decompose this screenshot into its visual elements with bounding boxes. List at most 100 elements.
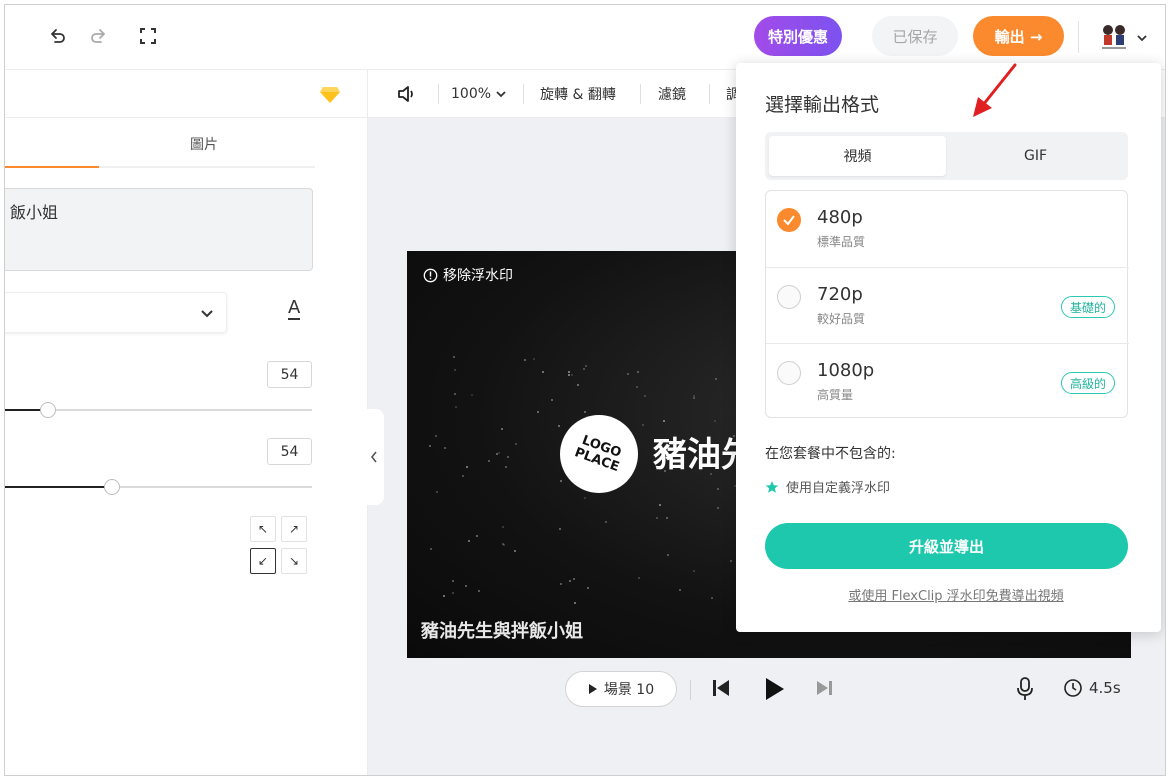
sparkle-particle xyxy=(498,452,500,454)
sparkle-particle xyxy=(602,437,604,439)
sparkle-particle xyxy=(627,373,629,375)
topbar-divider xyxy=(1078,21,1079,53)
sparkle-particle xyxy=(560,583,562,585)
sparkle-particle xyxy=(667,554,669,556)
sparkle-particle xyxy=(502,543,504,545)
slider-handle[interactable] xyxy=(104,479,120,495)
microphone-icon[interactable] xyxy=(1015,676,1035,702)
sparkle-particle xyxy=(587,587,589,589)
fullscreen-icon[interactable] xyxy=(135,23,161,49)
tab-gif[interactable]: GIF xyxy=(947,136,1124,176)
sparkle-particle xyxy=(715,378,717,380)
sparkle-particle xyxy=(569,580,571,582)
check-icon[interactable] xyxy=(777,208,801,232)
resolution-name: 720p xyxy=(817,284,863,305)
skip-forward-icon[interactable] xyxy=(815,676,835,700)
sparkle-particle xyxy=(637,371,639,373)
resolution-option-480p[interactable]: 480p 標準品質 xyxy=(766,191,1129,267)
saved-button[interactable]: 已保存 xyxy=(872,16,958,56)
resolution-option-1080p[interactable]: 1080p 高質量 高級的 xyxy=(766,343,1129,419)
toolbar-divider xyxy=(523,84,524,104)
sparkle-particle xyxy=(542,371,544,373)
scene-play-button[interactable]: 場景 10 xyxy=(565,671,677,707)
logo-placeholder[interactable]: LOGO PLACE xyxy=(560,415,638,493)
align-bottom-right-icon[interactable]: ↘ xyxy=(281,548,307,574)
sparkle-particle xyxy=(502,526,504,528)
sparkle-particle xyxy=(551,399,553,401)
sparkle-particle xyxy=(573,578,575,580)
text-content-field[interactable]: 飯小姐 xyxy=(5,188,313,271)
logo-text: LOGO PLACE xyxy=(572,432,624,476)
duration-display[interactable]: 4.5s xyxy=(1063,678,1121,698)
export-button[interactable]: 輸出 → xyxy=(973,16,1064,56)
sparkle-particle xyxy=(710,473,712,475)
resolution-list: 480p 標準品質 720p 較好品質 基礎的 1080p 高質量 高級的 xyxy=(765,190,1129,419)
left-panel: 圖片 飯小姐 A 54 54 ↖ ↗ ↙ ↘ xyxy=(5,70,368,775)
sparkle-particle xyxy=(638,577,640,579)
sparkle-particle xyxy=(664,470,666,472)
sparkle-particle xyxy=(693,397,695,399)
zoom-select[interactable]: 100% xyxy=(451,70,507,118)
plan-badge-basic: 基礎的 xyxy=(1060,296,1115,318)
tab-video[interactable]: 視頻 xyxy=(769,136,946,176)
sparkle-particle xyxy=(606,478,608,480)
radio-button[interactable] xyxy=(777,361,801,385)
align-top-left-icon[interactable]: ↖ xyxy=(250,516,276,542)
upgrade-export-button[interactable]: 升級並導出 xyxy=(765,523,1128,569)
sparkle-particle xyxy=(571,465,573,467)
resolution-desc: 標準品質 xyxy=(817,235,866,249)
sparkle-particle xyxy=(674,442,676,444)
sparkle-particle xyxy=(558,425,560,427)
chevron-down-icon[interactable] xyxy=(1136,29,1148,48)
font-color-icon[interactable]: A xyxy=(288,298,301,320)
sparkle-particle xyxy=(596,433,598,435)
sparkle-particle xyxy=(444,447,446,449)
spacing-input[interactable]: 54 xyxy=(267,438,312,465)
sparkle-particle xyxy=(524,359,526,361)
sparkle-particle xyxy=(559,528,561,530)
feature-item: 使用自定義浮水印 xyxy=(765,477,890,496)
app-window: 特別優惠 已保存 輸出 → 圖片 飯小姐 A 54 54 ↖ ↗ ↙ ↘ 100… xyxy=(4,4,1166,776)
play-icon[interactable] xyxy=(764,676,786,702)
sparkle-particle xyxy=(663,439,665,441)
sparkle-particle xyxy=(488,460,490,462)
sparkle-particle xyxy=(586,465,588,467)
sparkle-particle xyxy=(659,504,661,506)
collapse-panel-button[interactable] xyxy=(364,409,384,505)
redo-icon[interactable] xyxy=(85,23,111,49)
free-export-link[interactable]: 或使用 FlexClip 浮水印免費導出視頻 xyxy=(736,585,1161,604)
skip-back-icon[interactable] xyxy=(711,676,731,700)
rotate-flip-button[interactable]: 旋轉 & 翻轉 xyxy=(540,70,616,118)
font-select[interactable] xyxy=(5,292,227,333)
sparkle-particle xyxy=(454,369,456,371)
sparkle-particle xyxy=(656,517,658,519)
filter-button[interactable]: 濾鏡 xyxy=(658,70,686,118)
sparkle-particle xyxy=(642,424,644,426)
sparkle-particle xyxy=(679,589,681,591)
radio-button[interactable] xyxy=(777,285,801,309)
resolution-option-720p[interactable]: 720p 較好品質 基礎的 xyxy=(766,267,1129,343)
sparkle-particle xyxy=(577,384,579,386)
volume-icon[interactable] xyxy=(396,70,418,118)
player-divider xyxy=(690,680,691,700)
tab-image[interactable]: 圖片 xyxy=(190,134,218,154)
sparkle-particle xyxy=(620,455,622,457)
sparkle-particle xyxy=(501,428,503,430)
toolbar-divider xyxy=(640,84,641,104)
slider-handle[interactable] xyxy=(40,402,56,418)
undo-icon[interactable] xyxy=(45,23,71,49)
remove-watermark-button[interactable]: 移除浮水印 xyxy=(423,265,513,285)
sparkle-particle xyxy=(435,435,437,437)
scene-label: 場景 10 xyxy=(603,682,655,698)
clock-icon xyxy=(1064,679,1082,697)
sparkle-particle xyxy=(443,595,445,597)
canvas-subtitle[interactable]: 豬油先生與拌飯小姐 xyxy=(421,617,583,643)
align-bottom-left-icon[interactable]: ↙ xyxy=(250,548,276,574)
sparkle-particle xyxy=(471,394,473,396)
font-size-input[interactable]: 54 xyxy=(267,361,312,388)
align-top-right-icon[interactable]: ↗ xyxy=(281,516,307,542)
special-offer-button[interactable]: 特別優惠 xyxy=(754,16,842,56)
zoom-label: 100% xyxy=(451,86,492,102)
sparkle-particle xyxy=(466,466,468,468)
avatar[interactable] xyxy=(1096,19,1132,55)
